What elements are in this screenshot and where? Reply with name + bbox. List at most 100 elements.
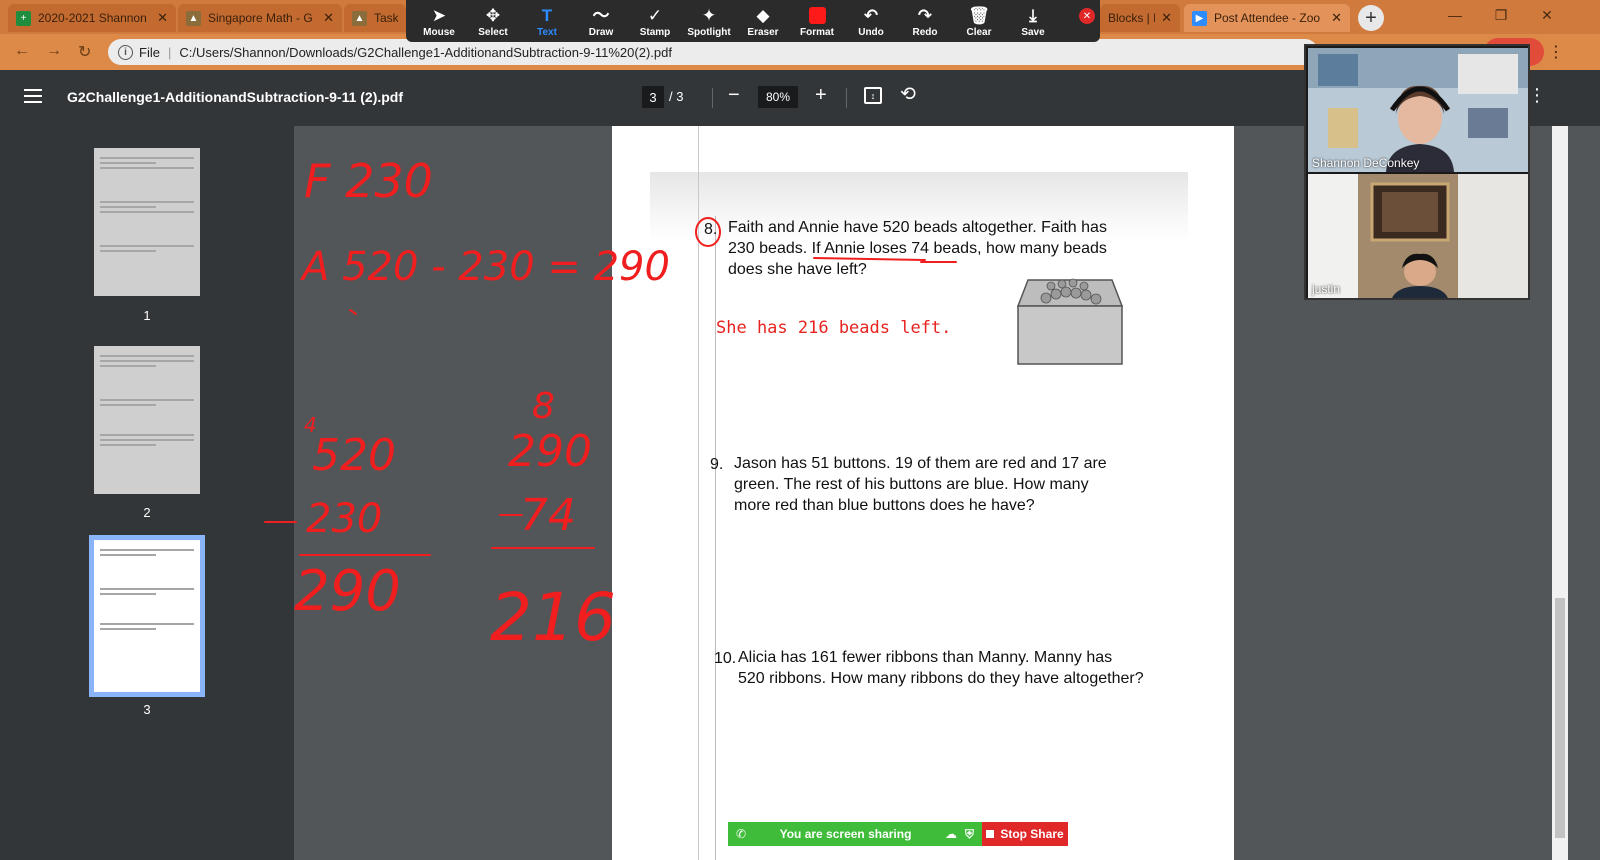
page-thumbnail[interactable] <box>94 148 200 296</box>
network-icon: ☁ <box>944 827 957 841</box>
tool-select-button[interactable]: ✥ Select <box>466 0 520 42</box>
reload-icon[interactable]: ↻ <box>78 42 91 62</box>
tab-title: Singapore Math - G <box>208 11 313 25</box>
stop-share-button[interactable]: Stop Share <box>982 822 1068 846</box>
question-number: 10. <box>714 650 737 667</box>
shield-icon: ⛨ <box>964 826 974 841</box>
browser-tab[interactable]: ▲ Task <box>344 4 406 32</box>
tool-redo-button[interactable]: ↷ Redo <box>898 0 952 42</box>
zoom-in-button[interactable]: + <box>815 84 827 107</box>
text-icon: T <box>541 5 553 25</box>
tool-mouse-button[interactable]: ➤ Mouse <box>412 0 466 42</box>
participant-video <box>1308 48 1528 172</box>
info-icon[interactable]: i <box>118 44 133 60</box>
sharing-status[interactable]: ✆ You are screen sharing ☁ ⛨ <box>728 822 982 846</box>
stop-share-label: Stop Share <box>1000 827 1064 841</box>
url-text: C:/Users/Shannon/Downloads/G2Challenge1-… <box>179 44 672 60</box>
zoom-input[interactable]: 80% <box>758 86 798 108</box>
thumbnail-number: 2 <box>143 505 151 520</box>
question-10-line: Alicia has 161 fewer ribbons than Manny.… <box>738 649 1113 666</box>
question-10-line: 520 ribbons. How many ribbons do they ha… <box>738 670 1144 687</box>
back-icon[interactable]: ← <box>14 42 30 60</box>
rotate-icon[interactable]: ⟲ <box>900 83 916 106</box>
tool-spotlight-button[interactable]: ✦ Spotlight <box>682 0 736 42</box>
tab-title: Post Attendee - Zoo <box>1214 11 1321 25</box>
margin-rule <box>715 216 716 860</box>
tool-text-button[interactable]: T Text <box>520 0 574 42</box>
sheets-icon: + <box>16 10 31 26</box>
tool-label: Clear <box>966 26 992 38</box>
close-icon[interactable]: ✕ <box>1161 10 1172 26</box>
page-number-input[interactable]: 3 <box>642 86 664 108</box>
restore-icon[interactable]: ❐ <box>1478 0 1524 30</box>
tool-label: Eraser <box>747 26 779 38</box>
browser-tab[interactable]: Blocks | Ma ✕ <box>1100 4 1180 32</box>
browser-tab[interactable]: + 2020-2021 Shannon ✕ <box>8 4 176 32</box>
divider: | <box>167 44 172 60</box>
format-icon <box>808 5 826 27</box>
participant-name: justin <box>1312 282 1341 296</box>
tab-title: Blocks | Ma <box>1108 11 1155 25</box>
new-tab-button[interactable]: + <box>1358 5 1384 31</box>
browser-tab-active[interactable]: ▶ Post Attendee - Zoo ✕ <box>1184 4 1350 32</box>
more-menu-icon[interactable]: ⋮ <box>1548 42 1564 62</box>
stop-icon <box>986 830 995 838</box>
tab-title: 2020-2021 Shannon <box>38 11 147 25</box>
thumbnail-sidebar: 1 2 3 <box>0 126 294 860</box>
close-window-icon[interactable]: ✕ <box>1524 0 1570 30</box>
thumbnail-number: 3 <box>143 702 151 717</box>
close-icon[interactable]: ✕ <box>157 10 168 26</box>
browser-tab[interactable]: ▲ Singapore Math - G ✕ <box>178 4 342 32</box>
question-9-line: Jason has 51 buttons. 19 of them are red… <box>734 455 1107 472</box>
divider <box>712 88 713 108</box>
question-number: 9. <box>710 456 724 473</box>
margin-rule <box>698 126 699 860</box>
tool-label: Text <box>537 26 557 38</box>
mouse-pointer-icon: ➤ <box>431 5 447 25</box>
scrollbar-thumb[interactable] <box>1555 598 1565 838</box>
tool-save-button[interactable]: ⤓ Save <box>1006 0 1060 42</box>
fit-page-icon[interactable]: ↕ <box>864 87 882 104</box>
draw-icon: 〜 <box>592 5 610 25</box>
trash-icon: 🗑 <box>968 5 990 25</box>
forward-icon[interactable]: → <box>46 42 62 60</box>
page-thumbnail[interactable] <box>94 346 200 494</box>
tool-format-button[interactable]: Format <box>790 0 844 42</box>
participant-name: Shannon DeConkey <box>1312 156 1420 170</box>
tool-label: Format <box>800 26 834 38</box>
tool-clear-button[interactable]: 🗑 Clear <box>952 0 1006 42</box>
site-icon: ▲ <box>352 10 367 26</box>
vertical-scrollbar[interactable] <box>1552 126 1568 860</box>
annotation-toolbar: ➤ Mouse ✥ Select T Text 〜 Draw ✓ Stamp ✦ Spotlight ◆… <box>406 0 1100 42</box>
window-edge <box>1568 126 1600 860</box>
tool-stamp-button[interactable]: ✓ Stamp <box>628 0 682 42</box>
tool-label: Save <box>1021 26 1045 38</box>
tool-eraser-button[interactable]: ◆ Eraser <box>736 0 790 42</box>
phone-icon: ✆ <box>736 827 747 841</box>
minimize-icon[interactable]: — <box>1432 0 1478 30</box>
page-thumbnail-current[interactable] <box>89 535 205 697</box>
close-icon[interactable]: ✕ <box>323 10 334 26</box>
redo-icon: ↷ <box>917 5 933 25</box>
close-icon[interactable]: ✕ <box>1331 10 1342 26</box>
thumbnail-number: 1 <box>143 308 151 323</box>
bead-basket-illustration <box>1016 278 1124 365</box>
scheme-label: File <box>139 44 160 60</box>
video-tile[interactable]: justin <box>1308 174 1528 298</box>
more-options-icon[interactable]: ⋮ <box>1528 85 1546 106</box>
menu-icon[interactable] <box>24 89 42 103</box>
question-9-line: green. The rest of his buttons are blue.… <box>734 476 1089 493</box>
video-tile[interactable]: Shannon DeConkey <box>1308 48 1528 172</box>
question-number: 8. <box>704 221 718 238</box>
tool-label: Redo <box>912 26 938 38</box>
tool-draw-button[interactable]: 〜 Draw <box>574 0 628 42</box>
participant-video <box>1308 174 1528 298</box>
address-input[interactable]: i File | C:/Users/Shannon/Downloads/G2Ch… <box>108 39 1318 65</box>
typed-answer: She has 216 beads left. <box>716 318 952 338</box>
zoom-out-button[interactable]: − <box>728 84 740 107</box>
tool-undo-button[interactable]: ↶ Undo <box>844 0 898 42</box>
tab-title: Task <box>374 11 398 25</box>
question-8-line: 230 beads. If Annie loses 74 beads, how … <box>728 240 1107 257</box>
close-annotation-icon[interactable]: ✕ <box>1079 8 1095 24</box>
tool-label: Stamp <box>639 26 671 38</box>
